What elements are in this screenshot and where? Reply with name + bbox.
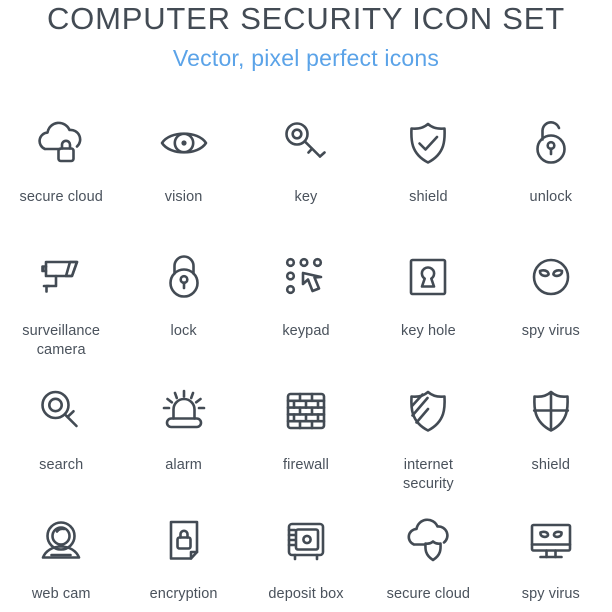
icon-cell-shield-check[interactable]: shield (367, 104, 489, 238)
icon-cell-secure-cloud[interactable]: secure cloud (0, 104, 122, 238)
icon-label: keypad (282, 323, 330, 339)
icon-label: deposit box (268, 586, 344, 602)
icon-cell-key-hole[interactable]: key hole (367, 238, 489, 372)
icon-cell-spy-virus-alien[interactable]: spy virus (490, 238, 612, 372)
icon-cell-firewall[interactable]: firewall (245, 372, 367, 502)
icon-cell-secure-cloud-shield[interactable]: secure cloud (367, 502, 489, 604)
page-subtitle: Vector, pixel perfect icons (172, 45, 440, 71)
icon-cell-spy-virus-monitor[interactable]: spy virus (490, 502, 612, 604)
icon-label: unlock (529, 189, 573, 205)
cloud-padlock-icon (30, 112, 92, 174)
icon-cell-web-cam[interactable]: web cam (0, 502, 122, 604)
keypad-hand-icon (275, 246, 337, 308)
brick-wall-icon (275, 380, 337, 442)
icon-cell-shield-cross[interactable]: shield (490, 372, 612, 502)
icon-label: web cam (31, 586, 91, 602)
icon-cell-lock[interactable]: lock (122, 238, 244, 372)
document-lock-icon (153, 510, 215, 571)
page-header: COMPUTER SECURITY ICON SET Vector, pixel… (0, 0, 612, 73)
icon-label: spy virus (521, 323, 580, 339)
key-icon (275, 112, 337, 174)
icon-label: firewall (283, 457, 329, 473)
icon-cell-alarm[interactable]: alarm (122, 372, 244, 502)
icon-cell-encryption[interactable]: encryption (122, 502, 244, 604)
icon-grid: secure cloud vision key shield unlock su… (0, 104, 612, 604)
shield-check-icon (397, 112, 459, 174)
icon-label: key hole (400, 323, 456, 339)
icon-label: shield (409, 189, 448, 205)
monitor-alien-icon (520, 510, 582, 571)
safe-box-icon (275, 510, 337, 571)
icon-label: internet security (403, 457, 454, 492)
cctv-camera-icon (30, 246, 92, 308)
siren-icon (153, 380, 215, 442)
magnifier-icon (30, 380, 92, 442)
padlock-closed-icon (153, 246, 215, 308)
icon-label: secure cloud (386, 586, 471, 602)
icon-cell-internet-security[interactable]: internet security (367, 372, 489, 502)
page-title: COMPUTER SECURITY ICON SET (47, 1, 565, 36)
webcam-icon (30, 510, 92, 571)
icon-label: spy virus (521, 586, 580, 602)
icon-label: shield (531, 457, 571, 473)
alien-face-icon (520, 246, 582, 308)
icon-label: lock (170, 323, 197, 339)
icon-label: secure cloud (19, 189, 103, 205)
icon-set-page: COMPUTER SECURITY ICON SET Vector, pixel… (0, 0, 612, 612)
icon-label: search (39, 457, 84, 473)
icon-label: key (294, 189, 318, 205)
icon-cell-key[interactable]: key (245, 104, 367, 238)
icon-cell-surveillance-camera[interactable]: surveillance camera (0, 238, 122, 372)
icon-label: vision (164, 189, 203, 205)
icon-label: encryption (149, 586, 218, 602)
icon-label: surveillance camera (22, 323, 101, 358)
icon-cell-keypad[interactable]: keypad (245, 238, 367, 372)
padlock-open-icon (520, 112, 582, 174)
eye-icon (153, 112, 215, 174)
icon-cell-vision[interactable]: vision (122, 104, 244, 238)
icon-label: alarm (165, 457, 202, 473)
keyhole-square-icon (397, 246, 459, 308)
shield-cross-icon (520, 380, 582, 442)
icon-cell-unlock[interactable]: unlock (490, 104, 612, 238)
icon-cell-search[interactable]: search (0, 372, 122, 502)
icon-cell-deposit-box[interactable]: deposit box (245, 502, 367, 604)
cloud-shield-icon (397, 510, 459, 571)
shield-stripes-icon (397, 380, 459, 442)
